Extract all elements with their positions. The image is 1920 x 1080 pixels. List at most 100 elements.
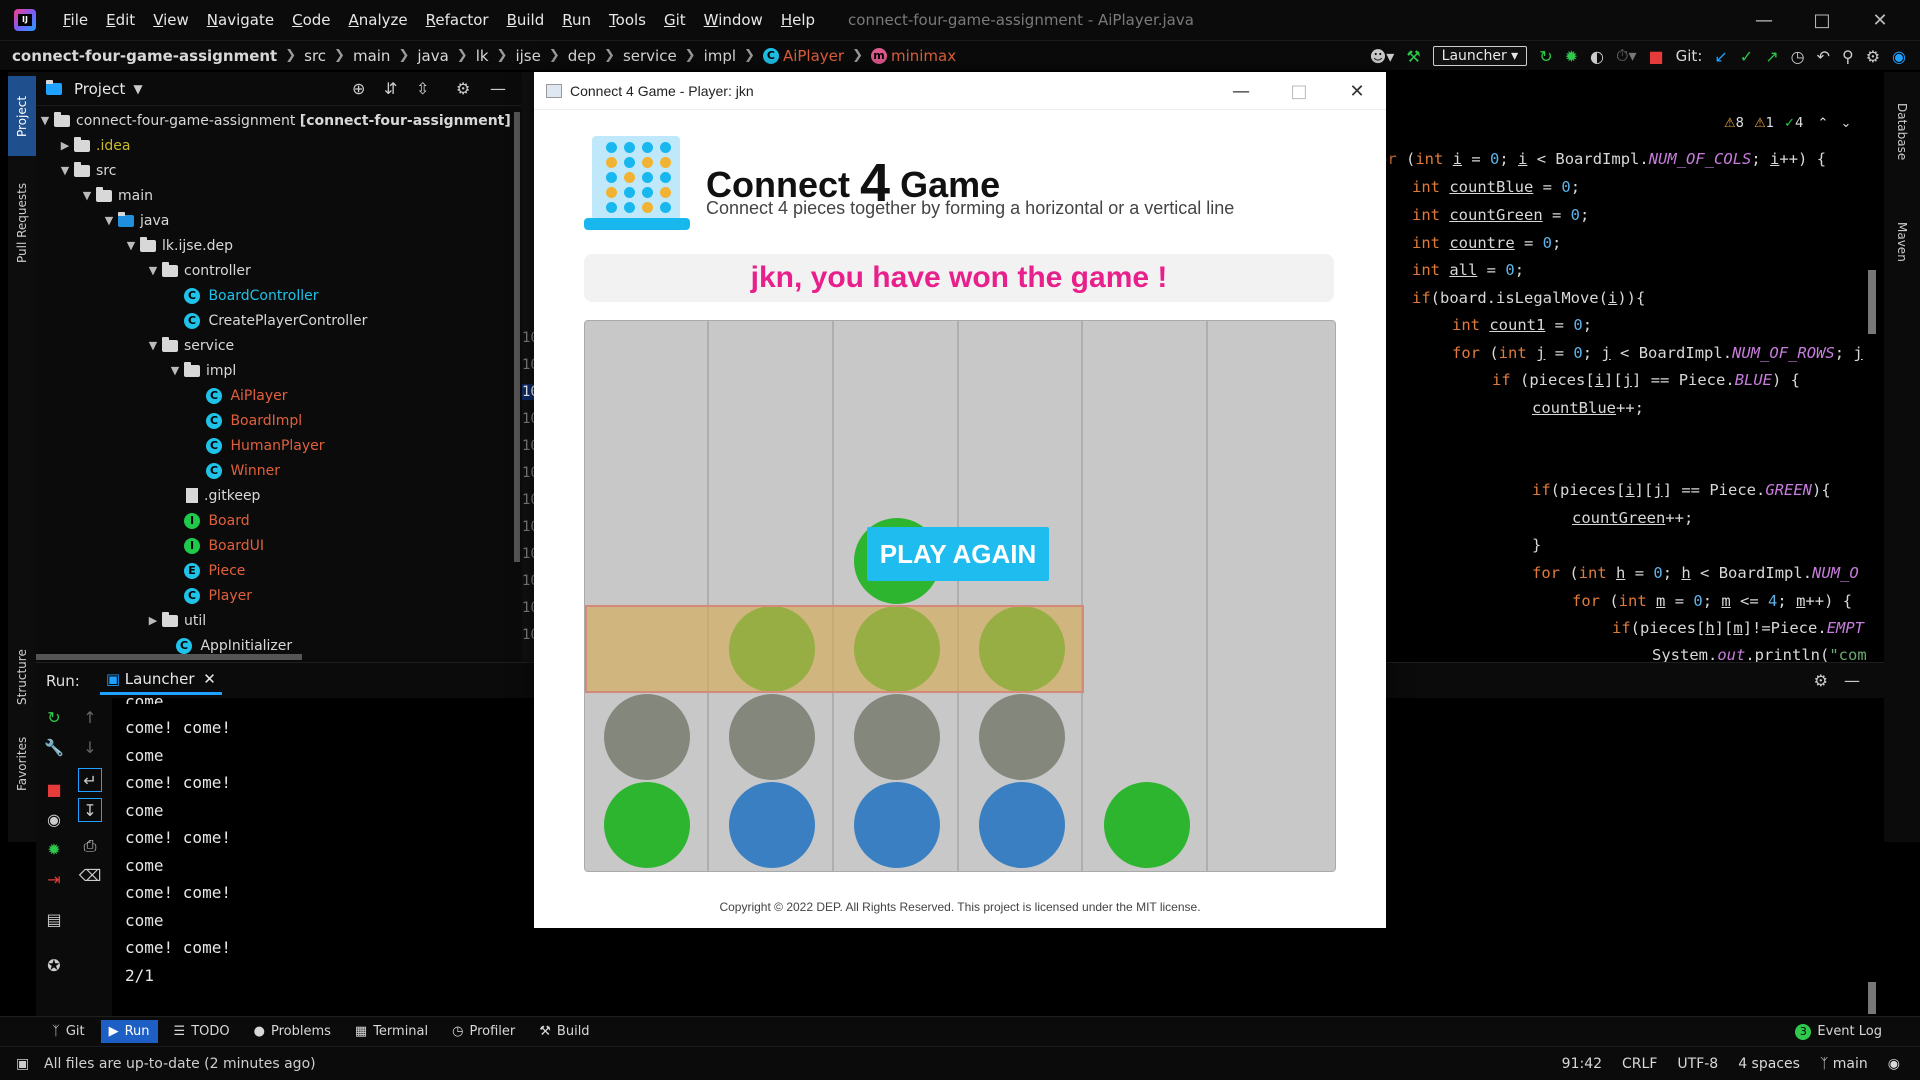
line-separator[interactable]: CRLF [1622, 1056, 1657, 1072]
event-log-button[interactable]: 3 Event Log [1787, 1020, 1890, 1044]
trash-icon[interactable]: ⌫ [78, 864, 102, 888]
menu-file[interactable]: File [54, 11, 97, 29]
tree-item-boardui[interactable]: I BoardUI [184, 533, 264, 558]
run-tab-launcher[interactable]: ▣ Launcher ✕ [99, 666, 222, 695]
hide-icon[interactable]: — [1844, 671, 1860, 690]
tree-item-aiplayer[interactable]: C AiPlayer [206, 383, 288, 408]
tree-item-src[interactable]: ▼ src [56, 158, 116, 183]
vtab-structure[interactable]: Structure [8, 632, 36, 722]
user-icon[interactable]: ☻▾ [1370, 47, 1395, 66]
file-encoding[interactable]: UTF-8 [1677, 1056, 1718, 1072]
menu-code[interactable]: Code [283, 11, 339, 29]
menu-analyze[interactable]: Analyze [340, 11, 417, 29]
chevron-down-icon[interactable]: ▼ [144, 264, 162, 277]
camera-icon[interactable]: ◉ [42, 808, 66, 832]
close-tab-icon[interactable]: ✕ [203, 670, 216, 688]
vtab-project[interactable]: Project [8, 76, 36, 156]
tab-build[interactable]: ⚒ Build [531, 1020, 597, 1043]
vertical-scrollbar[interactable] [514, 112, 520, 562]
menu-help[interactable]: Help [772, 11, 824, 29]
chevron-down-icon[interactable]: ▼ [133, 82, 142, 96]
collapse-all-icon[interactable]: ⇳ [416, 79, 429, 98]
stop-icon[interactable]: ■ [42, 778, 66, 802]
status-message[interactable]: All files are up-to-date (2 minutes ago) [44, 1056, 316, 1072]
wrench-icon[interactable]: 🔧 [42, 736, 66, 760]
vtab-pull-requests[interactable]: Pull Requests [8, 168, 36, 278]
plugin-logo-icon[interactable]: ◉ [1892, 47, 1906, 66]
profile-icon[interactable]: ⏱▾ [1616, 46, 1637, 66]
breadcrumb-src[interactable]: src [304, 47, 326, 65]
vtab-database[interactable]: Database [1888, 82, 1916, 182]
project-panel-title[interactable]: Project [74, 80, 125, 98]
debug-icon[interactable]: ✹ [42, 838, 66, 862]
chevron-up-icon[interactable]: ⌃ [1817, 116, 1828, 131]
stop-icon[interactable]: ■ [1649, 47, 1664, 66]
breadcrumb-minimax[interactable]: minimax [891, 47, 956, 65]
gear-icon[interactable]: ⚙ [1814, 671, 1828, 690]
menu-window[interactable]: Window [695, 11, 772, 29]
gear-icon[interactable]: ⚙ [456, 79, 470, 98]
arrow-up-icon[interactable]: ↑ [78, 706, 102, 730]
chevron-down-icon[interactable]: ⌄ [1841, 116, 1852, 131]
maximize-icon[interactable]: □ [1270, 72, 1328, 110]
tab-profiler[interactable]: ◷ Profiler [444, 1020, 523, 1043]
tree-item-service[interactable]: ▼ service [144, 333, 234, 358]
menu-view[interactable]: View [144, 11, 198, 29]
tree-item-idea[interactable]: ▶ .idea [56, 133, 130, 158]
breadcrumb-ijse[interactable]: ijse [515, 47, 540, 65]
vtab-maven[interactable]: Maven [1888, 202, 1916, 282]
menu-navigate[interactable]: Navigate [198, 11, 283, 29]
tab-todo[interactable]: ☰ TODO [166, 1020, 238, 1043]
maximize-icon[interactable]: □ [1794, 0, 1850, 40]
tree-item-lk-ijse-dep[interactable]: ▼ lk.ijse.dep [122, 233, 233, 258]
layout-icon[interactable]: ▤ [42, 908, 66, 932]
menu-edit[interactable]: Edit [97, 11, 144, 29]
inspection-widget[interactable]: ⚠8 ⚠1 ✓4 ⌃ ⌄ [1724, 116, 1851, 131]
tab-problems[interactable]: ● Problems [246, 1020, 339, 1043]
soft-wrap-icon[interactable]: ↵ [78, 768, 102, 792]
tree-item-winner[interactable]: C Winner [206, 458, 280, 483]
git-commit-icon[interactable]: ✓ [1740, 47, 1753, 66]
breadcrumb-dep[interactable]: dep [568, 47, 596, 65]
breadcrumb-impl[interactable]: impl [704, 47, 736, 65]
tree-item-impl[interactable]: ▼ impl [166, 358, 236, 383]
hide-icon[interactable]: — [490, 79, 506, 98]
chevron-down-icon[interactable]: ▼ [56, 164, 74, 177]
close-icon[interactable]: ✕ [1852, 0, 1908, 40]
tree-item-project-root[interactable]: ▼ connect-four-game-assignment [connect-… [36, 108, 511, 133]
arrow-down-icon[interactable]: ↓ [78, 736, 102, 760]
minimize-icon[interactable]: — [1212, 72, 1270, 110]
debug-icon[interactable]: ✹ [1565, 47, 1578, 66]
tree-item-humanplayer[interactable]: C HumanPlayer [206, 433, 325, 458]
chevron-down-icon[interactable]: ▼ [166, 364, 184, 377]
chevron-down-icon[interactable]: ▼ [144, 339, 162, 352]
tree-item-util[interactable]: ▶ util [144, 608, 206, 633]
git-update-icon[interactable]: ↙ [1714, 47, 1727, 66]
build-hammer-icon[interactable]: ⚒ [1406, 47, 1420, 66]
tree-item-board[interactable]: I Board [184, 508, 250, 533]
git-push-icon[interactable]: ↗ [1765, 47, 1778, 66]
play-again-button[interactable]: PLAY AGAIN [867, 527, 1049, 581]
minimize-icon[interactable]: — [1736, 0, 1792, 40]
caret-position[interactable]: 91:42 [1562, 1056, 1602, 1072]
board-column[interactable] [1209, 321, 1333, 871]
breadcrumb-main[interactable]: main [353, 47, 390, 65]
vtab-favorites[interactable]: Favorites [8, 724, 36, 804]
rerun-icon[interactable]: ↻ [1539, 47, 1552, 66]
pin-icon[interactable]: ✪ [42, 954, 66, 978]
layout-icon[interactable]: ▣ [16, 1056, 29, 1072]
rollback-icon[interactable]: ↶ [1817, 47, 1830, 66]
chevron-right-icon[interactable]: ▶ [56, 139, 74, 152]
git-branch[interactable]: ᛉ main [1820, 1056, 1868, 1072]
tab-run[interactable]: ▶ Run [100, 1020, 158, 1043]
close-icon[interactable]: ✕ [1328, 72, 1386, 110]
breadcrumb-java[interactable]: java [417, 47, 448, 65]
exit-icon[interactable]: ⇥ [42, 868, 66, 892]
menu-build[interactable]: Build [498, 11, 554, 29]
rerun-icon[interactable]: ↻ [42, 706, 66, 730]
chevron-down-icon[interactable]: ▼ [78, 189, 96, 202]
menu-run[interactable]: Run [553, 11, 600, 29]
tree-item-player[interactable]: C Player [184, 583, 252, 608]
tree-item-createplayercontroller[interactable]: C CreatePlayerController [184, 308, 367, 333]
tab-git[interactable]: ᛉ Git [44, 1020, 93, 1043]
